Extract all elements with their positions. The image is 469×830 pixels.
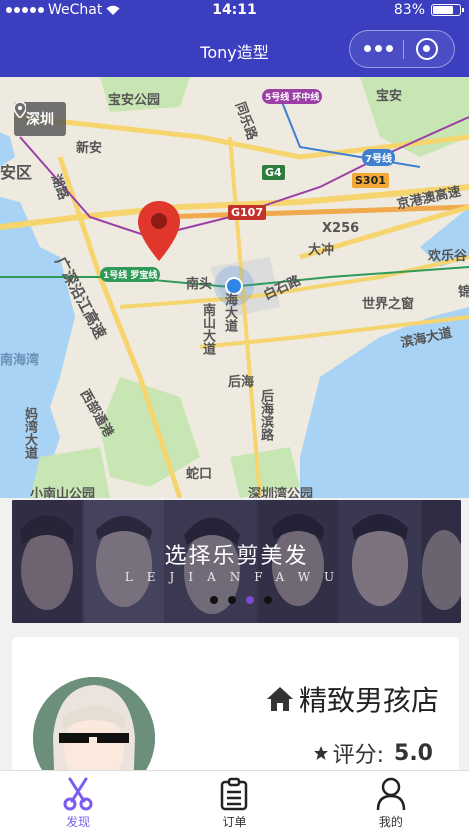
location-icon bbox=[14, 102, 26, 118]
more-button[interactable] bbox=[364, 45, 393, 52]
scissors-icon bbox=[63, 777, 93, 811]
road-badge: 7号线 bbox=[362, 149, 395, 166]
map-label: 南头 bbox=[186, 277, 213, 292]
map-label: 安区 bbox=[0, 163, 33, 182]
map-label: 深圳湾公园 bbox=[248, 487, 314, 498]
status-right: 83% bbox=[393, 2, 464, 18]
map-label: 蛇口 bbox=[186, 467, 213, 482]
capsule-divider bbox=[403, 40, 404, 59]
map-label: 妈湾大道 bbox=[22, 407, 37, 459]
banner-indicator-dot[interactable] bbox=[228, 596, 236, 604]
battery-icon bbox=[431, 4, 464, 16]
city-label: 深圳 bbox=[26, 112, 54, 128]
metro-label: 1号线 罗宝线 bbox=[100, 267, 161, 282]
nav-bar: Tony造型 bbox=[0, 22, 469, 77]
tab-label: 我的 bbox=[378, 815, 403, 829]
star-icon bbox=[313, 746, 328, 760]
close-miniprogram-button[interactable] bbox=[416, 38, 438, 60]
road-badge: G4 bbox=[262, 165, 285, 180]
banner-indicators[interactable] bbox=[210, 596, 272, 604]
banner-title: 选择乐剪美发 bbox=[164, 544, 309, 569]
map-label: 后海滨路 bbox=[258, 389, 273, 441]
banner-indicator-dot[interactable] bbox=[246, 596, 254, 604]
map-label: 世界之窗 bbox=[362, 297, 415, 312]
tab-label: 订单 bbox=[222, 815, 247, 829]
map-label: 小南山公园 bbox=[30, 487, 96, 498]
map-label: 大冲 bbox=[308, 243, 335, 258]
battery-fill bbox=[433, 6, 453, 14]
tab-profile[interactable]: 我的 bbox=[313, 771, 469, 830]
map-label: 新安 bbox=[76, 141, 103, 156]
banner-subtitle: LEJIANFAWU bbox=[124, 570, 349, 584]
map-label: X256 bbox=[322, 221, 360, 236]
map-view[interactable]: 深圳 宝安公园 新安 安区 湖路 广深沿江高速 1号线 罗宝线 南头 南山大道 … bbox=[0, 77, 469, 498]
map-label: 宝安 bbox=[376, 89, 403, 104]
status-bar: WeChat 14:11 83% bbox=[0, 0, 469, 22]
map-label: 欢乐谷 bbox=[428, 249, 468, 264]
road-badge: S301 bbox=[352, 173, 389, 188]
banner-indicator-dot[interactable] bbox=[210, 596, 218, 604]
map-label: 南海湾 bbox=[0, 353, 40, 368]
tab-discover[interactable]: 发现 bbox=[0, 771, 156, 830]
road-badge: G107 bbox=[228, 205, 266, 220]
city-selector[interactable]: 深圳 bbox=[14, 102, 66, 136]
map-label: 南山大道 bbox=[200, 303, 215, 355]
promo-banner[interactable]: 选择乐剪美发 LEJIANFAWU bbox=[12, 500, 461, 623]
shop-rating: 评分: 5.0 bbox=[313, 737, 433, 769]
home-icon bbox=[266, 687, 293, 711]
map-label: 后海 bbox=[228, 375, 255, 390]
shop-name: 精致男孩店 bbox=[265, 679, 439, 719]
tab-orders[interactable]: 订单 bbox=[156, 771, 312, 830]
banner-indicator-dot[interactable] bbox=[264, 596, 272, 604]
road-badge: 5号线 环中线 bbox=[262, 89, 323, 104]
map-pin-icon[interactable] bbox=[138, 201, 180, 263]
map-label: 锦 bbox=[458, 285, 469, 300]
rating-value: 5.0 bbox=[394, 740, 433, 766]
map-label: 海大道 bbox=[222, 293, 237, 332]
miniprogram-capsule bbox=[349, 30, 455, 68]
map-label: 宝安公园 bbox=[108, 93, 161, 108]
battery-percent: 83% bbox=[393, 2, 425, 18]
rating-label: 评分: bbox=[332, 743, 385, 768]
tab-label: 发现 bbox=[66, 815, 91, 829]
shop-name-text: 精致男孩店 bbox=[298, 684, 439, 717]
clipboard-icon bbox=[221, 777, 248, 811]
tab-bar: 发现 订单 我的 bbox=[0, 770, 469, 830]
user-icon bbox=[376, 777, 406, 811]
